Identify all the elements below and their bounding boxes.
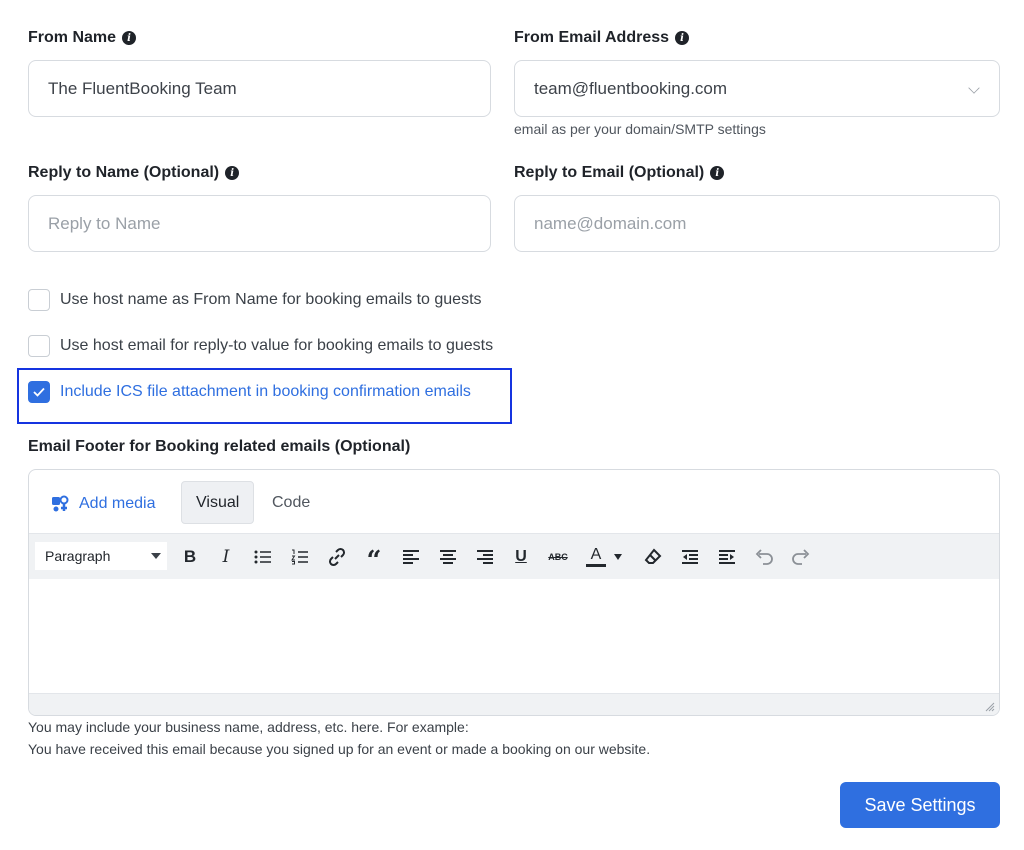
footer-editor: Add media Visual Code Paragraph B I “ U … [28, 469, 1000, 716]
outdent-icon[interactable] [677, 544, 703, 570]
option-ics-attachment[interactable]: Include ICS file attachment in booking c… [28, 381, 471, 403]
strikethrough-icon[interactable]: ABC [545, 544, 571, 570]
check-icon [33, 387, 45, 397]
resize-grip-icon[interactable] [985, 702, 995, 712]
info-icon[interactable]: i [675, 31, 690, 45]
checkbox[interactable] [28, 335, 50, 357]
editor-header: Add media Visual Code [29, 470, 999, 533]
save-settings-button[interactable]: Save Settings [840, 782, 1000, 828]
from-email-label: From Email Address i [514, 29, 690, 47]
align-center-icon[interactable] [435, 544, 461, 570]
bold-icon[interactable]: B [177, 544, 203, 570]
numbered-list-icon[interactable] [287, 544, 313, 570]
footer-label: Email Footer for Booking related emails … [28, 438, 411, 455]
align-right-icon[interactable] [472, 544, 498, 570]
caret-down-icon[interactable] [611, 544, 625, 570]
tab-code[interactable]: Code [258, 481, 324, 524]
tab-visual[interactable]: Visual [181, 481, 255, 524]
indent-icon[interactable] [714, 544, 740, 570]
caret-down-icon [151, 553, 161, 559]
reply-email-input[interactable]: name@domain.com [514, 195, 1000, 252]
editor-statusbar [29, 693, 999, 715]
align-left-icon[interactable] [398, 544, 424, 570]
add-media-icon [52, 495, 69, 512]
reply-email-label: Reply to Email (Optional) i [514, 164, 725, 182]
option-host-name[interactable]: Use host name as From Name for booking e… [28, 289, 482, 311]
underline-icon[interactable]: U [508, 544, 534, 570]
footer-note-line1: You may include your business name, addr… [28, 719, 469, 735]
from-email-help: email as per your domain/SMTP settings [514, 121, 766, 137]
footer-note-line2: You have received this email because you… [28, 741, 651, 757]
italic-icon[interactable]: I [213, 544, 239, 570]
text-color-icon[interactable]: A [582, 544, 610, 570]
checkbox[interactable] [28, 289, 50, 311]
editor-content-area[interactable] [29, 579, 999, 694]
undo-icon[interactable] [751, 544, 777, 570]
from-name-input[interactable]: The FluentBooking Team [28, 60, 491, 117]
bullet-list-icon[interactable] [250, 544, 276, 570]
from-name-label: From Name i [28, 29, 137, 47]
info-icon[interactable]: i [225, 166, 240, 180]
reply-name-label: Reply to Name (Optional) i [28, 164, 240, 182]
option-host-email[interactable]: Use host email for reply-to value for bo… [28, 335, 493, 357]
reply-name-input[interactable]: Reply to Name [28, 195, 491, 252]
chevron-down-icon [968, 82, 980, 94]
checkbox-checked[interactable] [28, 381, 50, 403]
editor-toolbar: Paragraph B I “ U ABC A [29, 533, 999, 579]
info-icon[interactable]: i [122, 31, 137, 45]
clear-formatting-icon[interactable] [640, 544, 666, 570]
blockquote-icon[interactable]: “ [361, 544, 387, 576]
from-email-select[interactable]: team@fluentbooking.com [514, 60, 1000, 117]
add-media-button[interactable]: Add media [51, 494, 156, 514]
info-icon[interactable]: i [710, 166, 725, 180]
link-icon[interactable] [324, 544, 350, 570]
redo-icon[interactable] [788, 544, 814, 570]
format-select[interactable]: Paragraph [35, 542, 167, 570]
